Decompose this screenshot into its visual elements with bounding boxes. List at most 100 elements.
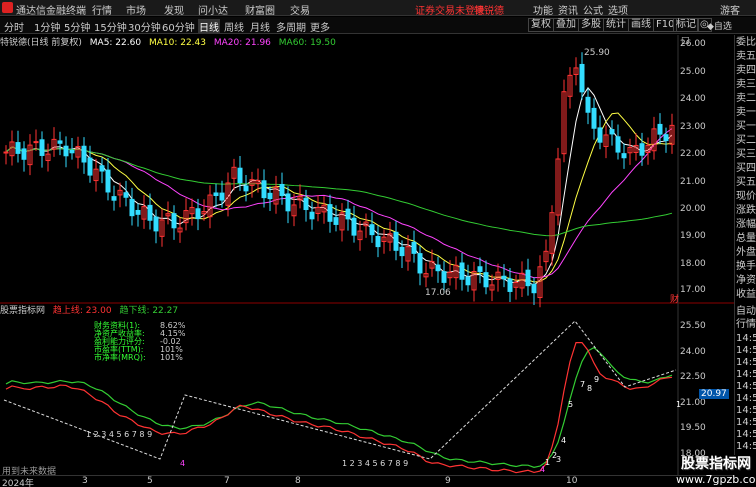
candle-body bbox=[417, 253, 423, 274]
stats-button[interactable]: 统计 bbox=[603, 18, 629, 32]
tab-60min[interactable]: 60分钟 bbox=[162, 19, 195, 34]
tick-label[interactable]: 自动 bbox=[736, 306, 756, 318]
finance-stats: 财务资料(1): 8.62% 净资产收益率: 4.15% 盈利能力评分: -0.02 … bbox=[94, 322, 185, 362]
candle-body bbox=[267, 192, 273, 200]
sub-title: 股票指标网 bbox=[0, 306, 46, 316]
tick-label: 14:50 bbox=[736, 345, 756, 356]
axis-label: 22.50 bbox=[680, 372, 706, 382]
quote-label: 委比 bbox=[736, 37, 756, 48]
tab-weekly[interactable]: 周线 bbox=[224, 19, 244, 34]
ma60-value: MA60: 19.50 bbox=[278, 38, 336, 48]
candle-body bbox=[111, 196, 117, 201]
tick-label: 14:50 bbox=[736, 333, 756, 344]
date-label: 10 bbox=[566, 476, 578, 486]
candle-body bbox=[3, 151, 9, 154]
quote-label: 卖四 bbox=[736, 65, 756, 76]
tab-monthly[interactable]: 月线 bbox=[250, 19, 270, 34]
app-logo-icon bbox=[2, 2, 13, 13]
tick-label: 14:50 bbox=[736, 393, 756, 404]
add-favorite-button[interactable]: ◆自选 bbox=[707, 19, 732, 32]
menu-gongshi[interactable]: 公式 bbox=[583, 2, 603, 17]
axis-label: 18.00 bbox=[680, 259, 706, 269]
tab-more[interactable]: 更多 bbox=[310, 19, 330, 34]
candle-body bbox=[135, 209, 141, 215]
ma10-value: MA10: 22.43 bbox=[148, 38, 206, 48]
menu-shichang[interactable]: 市场 bbox=[126, 2, 146, 17]
candle-body bbox=[609, 129, 615, 135]
up-count-marker: 1 bbox=[545, 458, 550, 467]
period-toolbar: 分时 1分钟 5分钟 15分钟 30分钟 60分钟 日线 周线 月线 多周期 更… bbox=[0, 17, 756, 34]
quote-label: 卖五 bbox=[736, 51, 756, 62]
guest-label[interactable]: 游客 bbox=[720, 2, 740, 17]
quote-label: 买三 bbox=[736, 149, 756, 160]
axis-label: 19.50 bbox=[680, 423, 706, 433]
quote-label: 买一 bbox=[736, 121, 756, 132]
tick-label: 14:50 bbox=[736, 405, 756, 416]
menu-jiaoyi[interactable]: 交易 bbox=[290, 2, 310, 17]
tick-label: 14:50 bbox=[736, 441, 756, 452]
tab-15min[interactable]: 15分钟 bbox=[94, 19, 127, 34]
tab-1min[interactable]: 1分钟 bbox=[34, 19, 60, 34]
draw-line-button[interactable]: 画线 bbox=[628, 18, 654, 32]
menu-xuanxiang[interactable]: 选项 bbox=[608, 2, 628, 17]
finance-badge[interactable]: 财 bbox=[670, 292, 679, 305]
candle-body bbox=[459, 262, 465, 280]
quote-label: 换手 bbox=[736, 261, 756, 272]
up-count-marker: 9 bbox=[594, 375, 599, 384]
tick-label: 14:50 bbox=[736, 357, 756, 368]
candle-body bbox=[237, 167, 243, 184]
axis-label: 23.00 bbox=[680, 122, 706, 132]
fuquan-button[interactable]: 复权 bbox=[528, 18, 554, 32]
menu-hangqing[interactable]: 行情 bbox=[92, 2, 112, 17]
up-count-marker: 4 bbox=[561, 436, 566, 445]
mark-button[interactable]: 标记 bbox=[673, 18, 699, 32]
axis-label: 21.00 bbox=[680, 398, 706, 408]
app-title: 通达信金融终端 bbox=[16, 6, 86, 17]
candle-body bbox=[279, 183, 285, 196]
tick-label[interactable]: 行情 bbox=[736, 319, 756, 331]
candle-body bbox=[147, 204, 153, 221]
candle-body bbox=[345, 208, 351, 220]
candle-body bbox=[531, 283, 537, 294]
axis-label: 20.00 bbox=[680, 204, 706, 214]
menu-wenxiaoda[interactable]: 问小达 bbox=[198, 2, 228, 17]
tab-daily[interactable]: 日线 bbox=[198, 19, 220, 34]
candle-body bbox=[393, 231, 399, 251]
tick-label: 14:50 bbox=[736, 381, 756, 392]
quote-label: 外盘 bbox=[736, 247, 756, 258]
tick-label: 14:50 bbox=[736, 429, 756, 440]
axis-label: 21.00 bbox=[680, 177, 706, 187]
menu-zixun[interactable]: 资讯 bbox=[558, 2, 578, 17]
candle-body bbox=[591, 107, 597, 129]
title-bar: 通达信金融终端 行情 市场 发现 问小达 财富圈 交易 证券交易未登录 特锐德 … bbox=[0, 0, 756, 17]
axis-label: 24.00 bbox=[680, 347, 706, 357]
up-count-marker: 8 bbox=[587, 384, 592, 393]
menu-faxian[interactable]: 发现 bbox=[164, 2, 184, 17]
date-axis: 2024年 3 5 7 8 9 10 bbox=[0, 475, 734, 487]
candle-body bbox=[639, 143, 645, 156]
tab-5min[interactable]: 5分钟 bbox=[64, 19, 90, 34]
ma20-value: MA20: 21.96 bbox=[213, 38, 271, 48]
high-price-label: 25.90 bbox=[584, 48, 610, 58]
stat-row: 市净率(MRQ): 101% bbox=[94, 353, 183, 362]
tick-panel: 自动 行情 14:50 14:50 14:50 14:50 14:50 14:5… bbox=[734, 305, 756, 455]
axis-label: 19.00 bbox=[680, 231, 706, 241]
menu-gongneng[interactable]: 功能 bbox=[533, 2, 553, 17]
current-price-tag: 20.97 bbox=[699, 389, 729, 399]
candle-body bbox=[399, 246, 405, 257]
kline-chart[interactable]: 1 2 3 4 5 6 7 8 91 2 3 4 5 6 7 8 9441234… bbox=[0, 35, 734, 475]
overlay-button[interactable]: 叠加 bbox=[553, 18, 579, 32]
menu-caifuquan[interactable]: 财富圈 bbox=[245, 2, 275, 17]
candle-body bbox=[597, 127, 603, 143]
tab-30min[interactable]: 30分钟 bbox=[128, 19, 161, 34]
candle-body bbox=[261, 180, 267, 199]
axis-label: 26.00 bbox=[680, 39, 706, 49]
candle-body bbox=[351, 217, 357, 236]
tab-fenshi[interactable]: 分时 bbox=[4, 19, 24, 34]
tab-multi-period[interactable]: 多周期 bbox=[276, 19, 306, 34]
candle-body bbox=[525, 269, 531, 287]
candle-body bbox=[123, 192, 129, 198]
candle-body bbox=[327, 204, 333, 222]
quote-label: 净资 bbox=[736, 275, 756, 286]
multi-stock-button[interactable]: 多股 bbox=[578, 18, 604, 32]
